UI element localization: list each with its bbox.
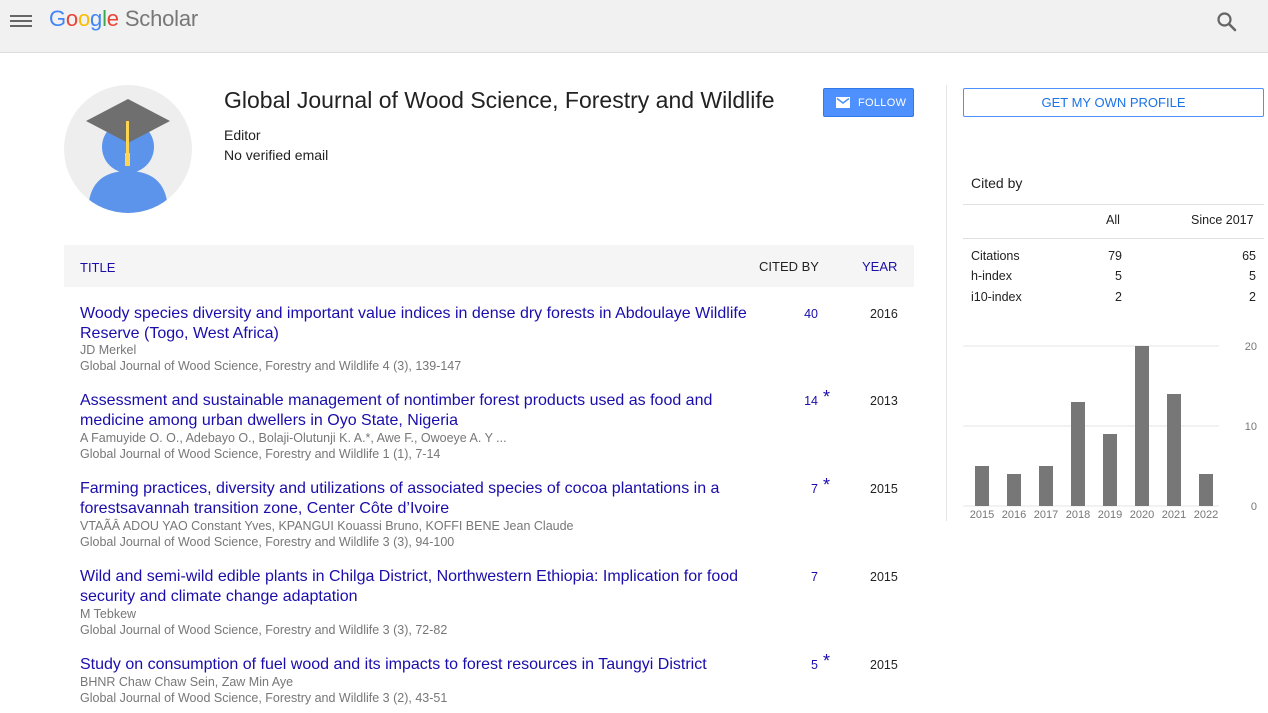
article-title-link[interactable]: Study on consumption of fuel wood and it… xyxy=(80,655,750,675)
chart-bar[interactable] xyxy=(1071,402,1085,506)
articles-table-header: TITLE CITED BY YEAR xyxy=(64,245,914,287)
stats-header-divider xyxy=(963,238,1264,239)
search-icon[interactable] xyxy=(1214,9,1240,35)
article-year: 2015 xyxy=(870,482,898,496)
follow-label: FOLLOW xyxy=(858,97,907,109)
logo-letter: o xyxy=(65,6,78,31)
chart-bar[interactable] xyxy=(1199,474,1213,506)
article-authors: VTAÃÂ ADOU YAO Constant Yves, KPANGUI Ko… xyxy=(80,519,574,533)
article-authors: A Famuyide O. O., Adebayo O., Bolaji-Olu… xyxy=(80,431,507,445)
stat-all-value: 2 xyxy=(1115,290,1122,304)
x-tick-label: 2020 xyxy=(1130,509,1154,521)
cited-by-count-link[interactable]: 7 xyxy=(764,482,818,496)
article-authors: BHNR Chaw Chaw Sein, Zaw Min Aye xyxy=(80,675,294,689)
chart-bar[interactable] xyxy=(1103,434,1117,506)
google-scholar-logo[interactable]: Google Scholar xyxy=(49,6,198,32)
star-marker: * xyxy=(823,651,831,671)
article-title-link[interactable]: Wild and semi-wild edible plants in Chil… xyxy=(80,567,750,607)
article-title-link[interactable]: Farming practices, diversity and utiliza… xyxy=(80,479,750,519)
cited-by-title: Cited by xyxy=(971,175,1023,191)
profile-name: Global Journal of Wood Science, Forestry… xyxy=(224,87,775,113)
follow-button[interactable]: FOLLOW xyxy=(823,88,914,117)
stat-since-value: 2 xyxy=(1249,290,1256,304)
y-tick-label: 10 xyxy=(1245,421,1257,433)
profile-email: No verified email xyxy=(224,147,329,163)
envelope-icon xyxy=(836,97,850,111)
cited-by-count-link[interactable]: 14 xyxy=(764,394,818,408)
article-year: 2015 xyxy=(870,658,898,672)
x-tick-label: 2015 xyxy=(970,509,994,521)
column-divider xyxy=(946,85,947,521)
logo-letter: g xyxy=(90,6,103,31)
logo-letter: G xyxy=(49,6,66,31)
article-journal: Global Journal of Wood Science, Forestry… xyxy=(80,691,448,705)
article-year: 2015 xyxy=(870,570,898,584)
y-tick-label: 0 xyxy=(1251,501,1257,513)
stat-since-value: 65 xyxy=(1242,249,1256,263)
stat-label[interactable]: h-index xyxy=(971,269,1012,283)
x-tick-label: 2017 xyxy=(1034,509,1058,521)
col-all-header: All xyxy=(1106,213,1120,227)
logo-product-name: Scholar xyxy=(124,6,199,31)
chart-bar[interactable] xyxy=(1135,346,1149,506)
citation-stats-table: All Since 2017 Citations 79 65 h-index 5… xyxy=(963,204,1264,304)
stat-all-value: 5 xyxy=(1115,269,1122,283)
sort-by-cited[interactable]: CITED BY xyxy=(759,259,819,274)
article-year: 2013 xyxy=(870,394,898,408)
top-bar: Google Scholar xyxy=(0,0,1268,53)
article-journal: Global Journal of Wood Science, Forestry… xyxy=(80,535,455,549)
x-tick-label: 2018 xyxy=(1066,509,1090,521)
graduate-cap-avatar-icon xyxy=(64,85,192,213)
cited-by-count-link[interactable]: 5 xyxy=(764,658,818,672)
sort-by-year[interactable]: YEAR xyxy=(862,259,897,274)
logo-letter: o xyxy=(77,6,91,31)
logo-letter: e xyxy=(106,6,119,31)
article-authors: JD Merkel xyxy=(80,343,137,357)
article-year: 2016 xyxy=(870,307,898,321)
article-journal: Global Journal of Wood Science, Forestry… xyxy=(80,623,448,637)
article-authors: M Tebkew xyxy=(80,607,137,621)
stat-label[interactable]: Citations xyxy=(971,249,1020,263)
chart-bar[interactable] xyxy=(975,466,989,506)
profile-affiliation: Editor xyxy=(224,127,261,143)
x-tick-label: 2016 xyxy=(1002,509,1026,521)
stat-since-value: 5 xyxy=(1249,269,1256,283)
x-tick-label: 2019 xyxy=(1098,509,1122,521)
sort-by-title[interactable]: TITLE xyxy=(80,260,115,275)
cited-by-count-link[interactable]: 7 xyxy=(764,570,818,584)
article-journal: Global Journal of Wood Science, Forestry… xyxy=(80,447,441,461)
article-journal: Global Journal of Wood Science, Forestry… xyxy=(80,359,462,373)
x-tick-label: 2021 xyxy=(1162,509,1186,521)
stat-all-value: 79 xyxy=(1108,249,1122,263)
col-since-header: Since 2017 xyxy=(1191,213,1254,227)
chart-bar[interactable] xyxy=(1007,474,1021,506)
x-tick-label: 2022 xyxy=(1194,509,1218,521)
star-marker: * xyxy=(823,387,831,407)
cited-by-count-link[interactable]: 40 xyxy=(764,307,818,321)
article-title-link[interactable]: Woody species diversity and important va… xyxy=(80,304,750,344)
citations-per-year-chart: 0 10 20 2015 2016 2017 2018 2019 2020 2021 2022 xyxy=(963,341,1257,521)
stat-label[interactable]: i10-index xyxy=(971,290,1022,304)
chart-bar[interactable] xyxy=(1039,466,1053,506)
chart-bar[interactable] xyxy=(1167,394,1181,506)
get-my-own-profile-button[interactable]: GET MY OWN PROFILE xyxy=(963,88,1264,117)
star-marker: * xyxy=(823,475,831,495)
y-tick-label: 20 xyxy=(1245,341,1257,353)
article-title-link[interactable]: Assessment and sustainable management of… xyxy=(80,391,750,431)
hamburger-menu-icon[interactable] xyxy=(10,12,32,30)
